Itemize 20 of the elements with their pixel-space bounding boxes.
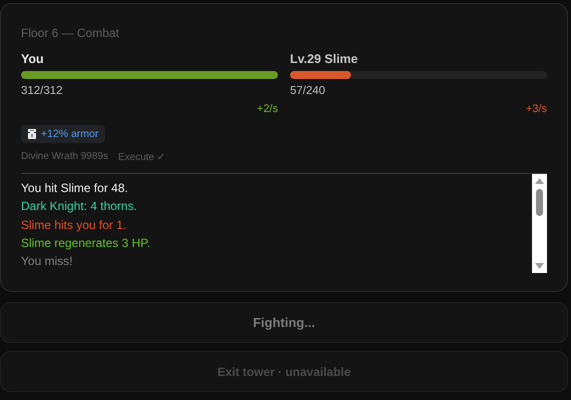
scroll-down-icon[interactable] — [535, 263, 544, 269]
scroll-thumb[interactable] — [536, 189, 543, 216]
fighter-name: You — [21, 52, 45, 66]
log-line: You hit Slime for 48. — [21, 180, 129, 197]
regen-rate: +3/s — [526, 103, 547, 115]
armor-icon — [28, 129, 36, 139]
scrollbar[interactable] — [532, 174, 547, 273]
panel-title: Floor 6 — Combat — [21, 26, 120, 40]
skill-status: Execute ✓ — [118, 151, 166, 163]
health-value: 312/312 — [21, 85, 64, 97]
log-line: Slime regenerates 3 HP. — [21, 234, 152, 252]
health-value: 57/240 — [290, 85, 326, 97]
scroll-up-icon[interactable] — [535, 178, 544, 184]
log-line: Dark Knight: 4 thorns. — [21, 198, 138, 216]
log-line: You miss! — [21, 253, 74, 270]
regen-rate: +2/s — [256, 103, 278, 115]
skill-status: Divine Wrath 9989s — [21, 151, 108, 163]
log-line: Slime hits you for 1. — [21, 216, 128, 234]
fighter-name: Lv.29 Slime — [290, 52, 359, 66]
buff-badge: +12% armor — [21, 125, 106, 143]
